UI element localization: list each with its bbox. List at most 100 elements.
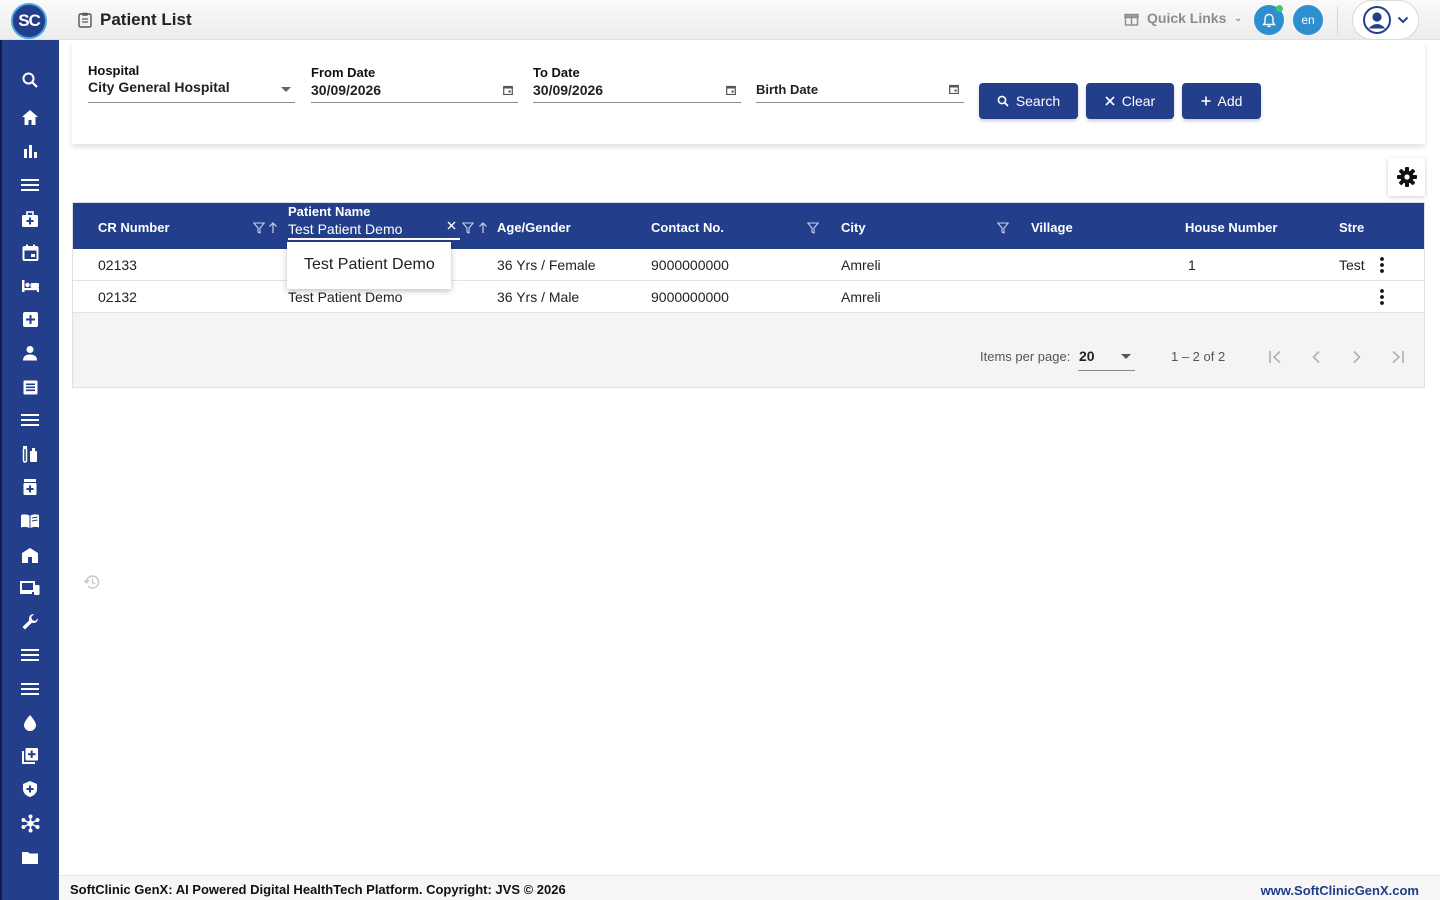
- notifications-button[interactable]: [1254, 5, 1284, 35]
- patient-name-filter-input[interactable]: Test Patient Demo: [288, 221, 460, 240]
- dropdown-arrow-icon: [1121, 354, 1131, 359]
- clear-button[interactable]: Clear: [1086, 83, 1174, 119]
- pharmacy-icon[interactable]: [19, 476, 41, 498]
- to-date-value: 30/09/2026: [533, 82, 604, 98]
- book-icon[interactable]: [19, 510, 41, 532]
- to-date-field[interactable]: To Date 30/09/2026: [533, 65, 741, 103]
- hospital-select[interactable]: Hospital City General Hospital: [88, 63, 295, 103]
- page-range: 1 – 2 of 2: [1171, 349, 1226, 364]
- header-house-number[interactable]: House Number: [1185, 220, 1277, 235]
- header-city[interactable]: City: [841, 220, 866, 235]
- dropdown-arrow-icon: [281, 87, 291, 92]
- home-icon[interactable]: [19, 106, 41, 128]
- cell-age-gender: 36 Yrs / Female: [497, 257, 596, 273]
- gift-icon: [1124, 13, 1139, 26]
- table-row[interactable]: 02133 36 Yrs / Female 9000000000 Amreli …: [73, 249, 1424, 281]
- header-cr-number[interactable]: CR Number: [98, 220, 170, 235]
- menu-icon[interactable]: [19, 174, 41, 196]
- app-logo[interactable]: SC: [11, 3, 47, 39]
- history-icon[interactable]: [83, 573, 101, 591]
- bar-chart-icon[interactable]: [19, 140, 41, 162]
- field-underline: [756, 102, 964, 103]
- cell-city: Amreli: [841, 289, 881, 305]
- first-page-icon[interactable]: [1268, 350, 1284, 364]
- patient-name-autocomplete: Test Patient Demo: [287, 242, 451, 289]
- header-age-gender[interactable]: Age/Gender: [497, 220, 571, 235]
- sort-arrow-icon[interactable]: [478, 222, 488, 234]
- language-button[interactable]: en: [1293, 5, 1323, 35]
- calendar-icon[interactable]: [726, 85, 736, 95]
- filter-icon[interactable]: [462, 222, 474, 234]
- to-date-label: To Date: [533, 65, 580, 80]
- items-per-page-value: 20: [1079, 348, 1095, 364]
- search-icon[interactable]: [19, 69, 41, 91]
- more-vert-icon[interactable]: [1379, 257, 1385, 273]
- menu-icon[interactable]: [19, 644, 41, 666]
- last-page-icon[interactable]: [1389, 350, 1405, 364]
- filter-icon[interactable]: [997, 222, 1009, 234]
- header-street[interactable]: Stre: [1339, 220, 1364, 235]
- header-patient-name[interactable]: Patient Name: [288, 204, 370, 219]
- table-row[interactable]: 02132 Test Patient Demo 36 Yrs / Male 90…: [73, 281, 1424, 313]
- building-icon[interactable]: [19, 544, 41, 566]
- document-icon[interactable]: [19, 376, 41, 398]
- autocomplete-option[interactable]: Test Patient Demo: [304, 256, 435, 274]
- cell-patient-name: Test Patient Demo: [288, 289, 403, 305]
- search-button[interactable]: Search: [979, 83, 1078, 119]
- quick-links-menu[interactable]: Quick Links ⌄: [1124, 10, 1242, 26]
- wrench-icon[interactable]: [19, 611, 41, 633]
- add-button[interactable]: Add: [1182, 83, 1261, 119]
- filter-icon[interactable]: [807, 222, 819, 234]
- bell-icon: [1262, 13, 1276, 27]
- search-button-label: Search: [1015, 93, 1061, 109]
- chevron-down-icon: [1397, 16, 1408, 24]
- hospital-label: Hospital: [88, 63, 140, 78]
- column-settings-button[interactable]: [1388, 158, 1425, 196]
- person-icon[interactable]: [19, 342, 41, 364]
- menu-icon[interactable]: [19, 678, 41, 700]
- blood-drop-icon[interactable]: [19, 711, 41, 733]
- add-library-icon[interactable]: [19, 745, 41, 767]
- search-icon: [997, 95, 1009, 107]
- user-avatar-icon: [1362, 6, 1391, 34]
- calendar-icon[interactable]: [503, 85, 513, 95]
- cell-contact: 9000000000: [651, 257, 729, 273]
- calendar-icon[interactable]: [19, 241, 41, 263]
- previous-page-icon[interactable]: [1311, 350, 1321, 364]
- field-underline: [311, 102, 518, 103]
- from-date-label: From Date: [311, 65, 376, 80]
- footer: SoftClinic GenX: AI Powered Digital Heal…: [59, 875, 1440, 900]
- lab-icon[interactable]: [19, 443, 41, 465]
- hub-icon[interactable]: [19, 812, 41, 834]
- header-contact[interactable]: Contact No.: [651, 220, 724, 235]
- table-header: CR Number Patient Name Test Patient Demo…: [73, 203, 1424, 249]
- bed-icon[interactable]: [19, 275, 41, 297]
- filter-icon[interactable]: [253, 222, 265, 234]
- list-menu-icon[interactable]: [19, 409, 41, 431]
- from-date-field[interactable]: From Date 30/09/2026: [311, 65, 518, 103]
- clipboard-icon: [78, 12, 92, 28]
- birth-date-field[interactable]: Birth Date: [756, 82, 964, 103]
- page-header: Patient List: [78, 10, 192, 30]
- birth-date-label: Birth Date: [756, 82, 819, 97]
- next-page-icon[interactable]: [1352, 350, 1362, 364]
- cell-cr-number: 02132: [98, 289, 137, 305]
- profile-menu[interactable]: [1352, 0, 1419, 40]
- items-per-page-label: Items per page:: [980, 349, 1071, 364]
- more-vert-icon[interactable]: [1379, 289, 1385, 305]
- items-per-page-select[interactable]: 20: [1078, 341, 1135, 371]
- calendar-icon[interactable]: [949, 84, 959, 94]
- cell-cr-number: 02133: [98, 257, 137, 273]
- medical-bag-icon[interactable]: [19, 208, 41, 230]
- plus-icon: [1201, 96, 1211, 106]
- footer-website-link[interactable]: www.SoftClinicGenX.com: [1261, 883, 1419, 898]
- plus-box-icon[interactable]: [19, 308, 41, 330]
- filter-panel: Hospital City General Hospital From Date…: [72, 42, 1425, 144]
- devices-icon[interactable]: [19, 577, 41, 599]
- paginator: Items per page: 20 1 – 2 of 2: [73, 327, 1424, 387]
- sort-arrow-icon[interactable]: [268, 222, 278, 234]
- clear-filter-icon[interactable]: [447, 221, 456, 230]
- header-village[interactable]: Village: [1031, 220, 1073, 235]
- folder-icon[interactable]: [19, 846, 41, 868]
- shield-icon[interactable]: [19, 778, 41, 800]
